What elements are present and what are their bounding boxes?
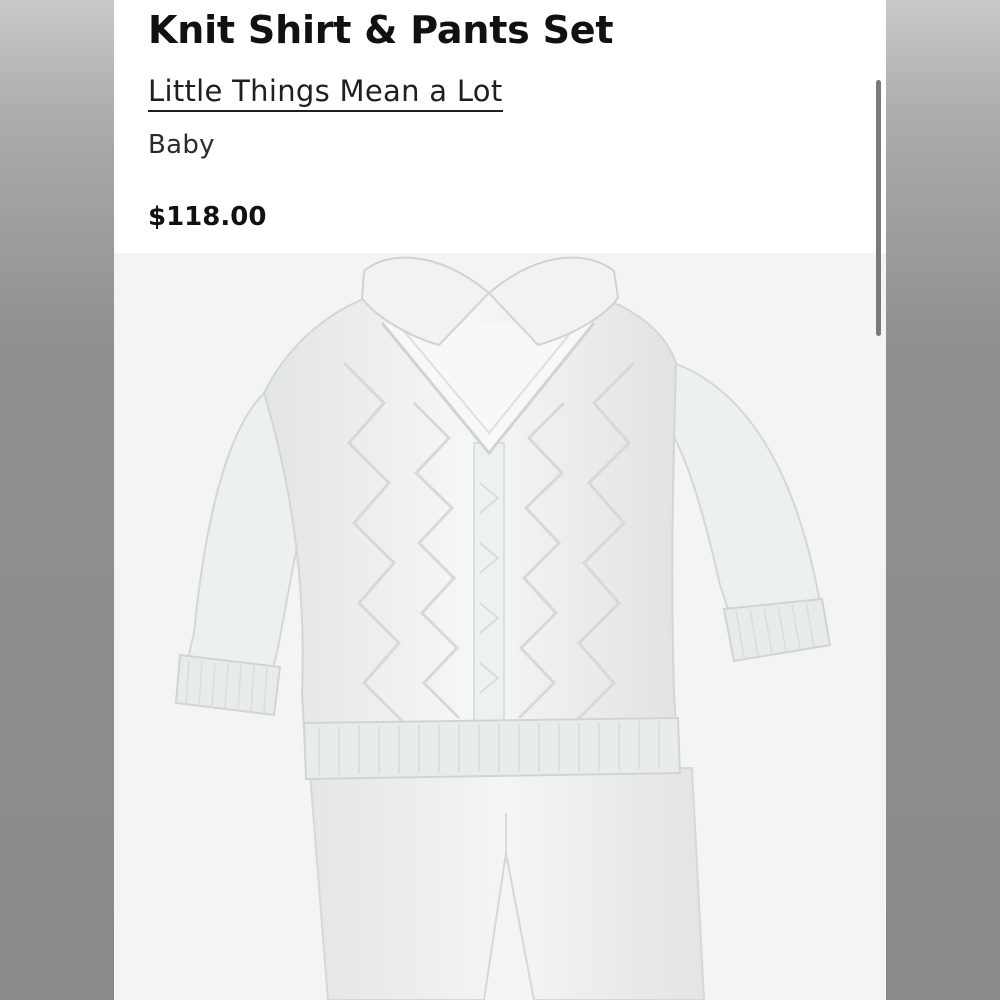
background-right-edge — [886, 0, 1000, 1000]
knit-set-illustration — [174, 256, 832, 1000]
brand-link[interactable]: Little Things Mean a Lot — [148, 74, 503, 112]
product-page[interactable]: Knit Shirt & Pants Set Little Things Mea… — [114, 0, 886, 1000]
scrollbar[interactable] — [876, 80, 881, 336]
product-category: Baby — [148, 130, 215, 160]
screenshot-stage: Knit Shirt & Pants Set Little Things Mea… — [0, 0, 1000, 1000]
background-left-edge — [0, 0, 114, 1000]
product-title: Knit Shirt & Pants Set — [148, 8, 614, 52]
product-image[interactable] — [114, 253, 886, 1000]
product-price: $118.00 — [148, 202, 267, 232]
product-info-panel: Knit Shirt & Pants Set Little Things Mea… — [114, 0, 886, 253]
